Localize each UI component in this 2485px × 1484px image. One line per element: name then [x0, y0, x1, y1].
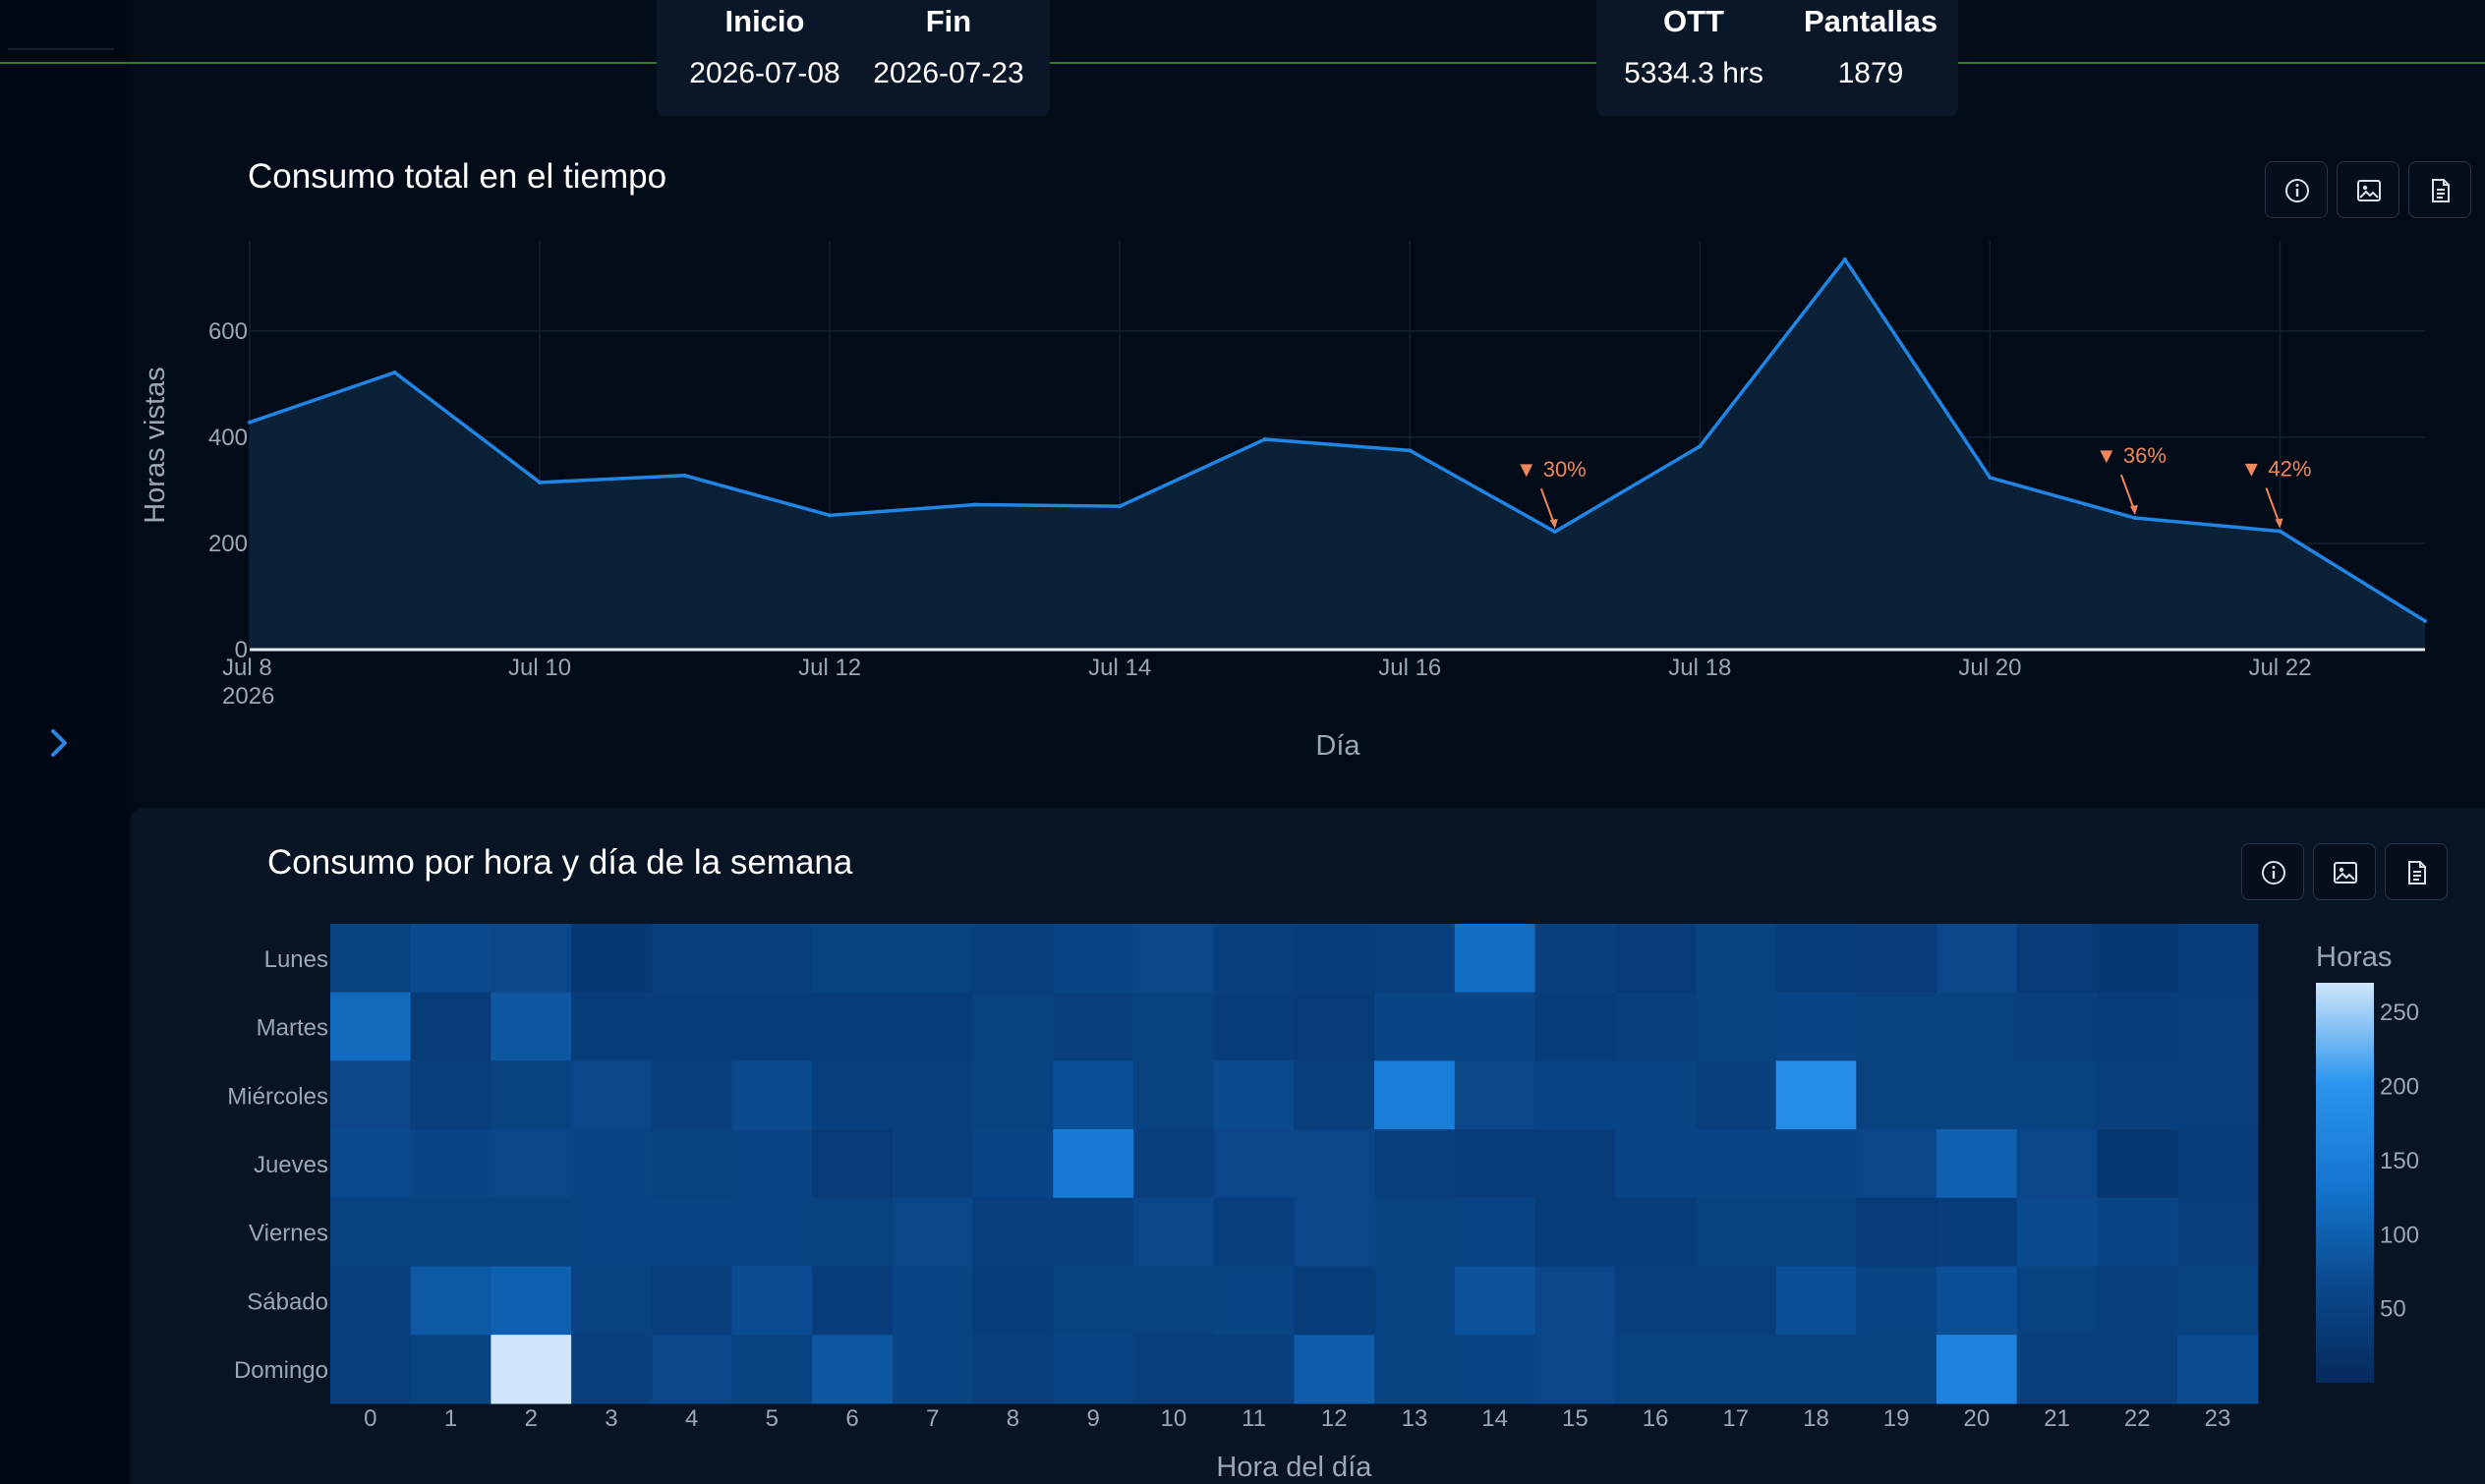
data-point [248, 420, 252, 425]
x-tick-label: Jul 22 [2248, 655, 2311, 681]
x-tick-year-label: 2026 [222, 683, 274, 710]
document-icon [2408, 861, 2426, 885]
x-tick-label: Jul 8 [222, 655, 272, 681]
heatmap-panel [130, 808, 2485, 1484]
x-axis-title: Día [1315, 730, 1360, 762]
data-point [1262, 437, 1267, 442]
data-point [1988, 475, 1993, 480]
annotation-arrowhead [2275, 518, 2283, 529]
data-point [682, 473, 687, 478]
info-icon [2262, 861, 2285, 885]
annotation-arrowhead [2129, 505, 2138, 516]
data-point [392, 370, 397, 374]
drop-annotation: ▼ 42% [2241, 457, 2312, 482]
x-tick-label: Jul 20 [1958, 655, 2021, 681]
data-point [1842, 257, 1847, 261]
heatmap-export-data-button[interactable] [2385, 843, 2448, 900]
data-point [972, 502, 977, 507]
x-tick-label: Jul 18 [1668, 655, 1731, 681]
data-point [828, 513, 833, 518]
data-point [2278, 529, 2283, 534]
data-point [2423, 618, 2427, 623]
heatmap-info-button[interactable] [2241, 843, 2304, 900]
x-tick-label: Jul 12 [798, 655, 861, 681]
data-point [1408, 448, 1413, 453]
data-point [538, 480, 543, 485]
x-tick-label: Jul 10 [508, 655, 571, 681]
annotation-arrowhead [1549, 519, 1558, 530]
line-chart: 0200400600Jul 82026Jul 10 Jul 12 Jul 14 Jul… [140, 241, 2427, 762]
drop-annotation: ▼ 30% [1516, 457, 1587, 482]
heatmap-title: Consumo por hora y día de la semana [267, 843, 853, 882]
data-point [1118, 504, 1123, 509]
data-point [1698, 444, 1703, 449]
y-tick-label: 400 [208, 425, 248, 451]
y-tick-label: 200 [208, 531, 248, 557]
image-icon [2334, 862, 2357, 884]
y-axis-title: Horas vistas [140, 367, 171, 524]
data-point [1552, 530, 1557, 535]
data-point [2132, 516, 2137, 521]
x-tick-label: Jul 16 [1378, 655, 1441, 681]
y-tick-label: 600 [208, 318, 248, 345]
drop-annotation: ▼ 36% [2096, 443, 2167, 468]
heatmap-download-image-button[interactable] [2313, 843, 2376, 900]
x-tick-label: Jul 14 [1088, 655, 1151, 681]
